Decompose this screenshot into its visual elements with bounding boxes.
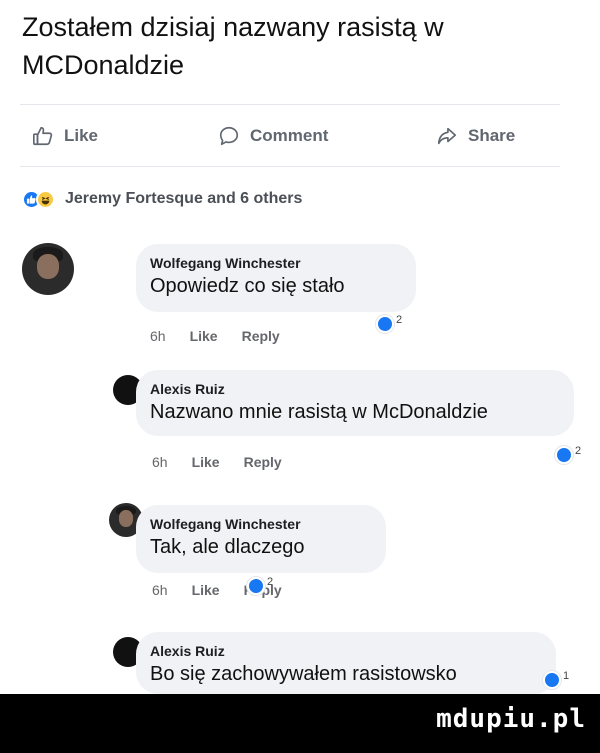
- footer-bar: mdupiu.pl: [0, 694, 600, 753]
- comment-meta: 6h Like Reply: [152, 580, 306, 600]
- post-action-bar: Like Comment Share: [0, 118, 600, 154]
- actions-divider: [20, 166, 560, 167]
- comment-bubble: Wolfegang Winchester Opowiedz co się sta…: [136, 244, 416, 312]
- site-watermark: mdupiu.pl: [436, 704, 586, 734]
- comment-like-button[interactable]: Like: [190, 328, 218, 344]
- comment-like-button[interactable]: Like: [192, 582, 220, 598]
- like-reaction-icon: [543, 671, 561, 689]
- comment-reply-button[interactable]: Reply: [244, 454, 282, 470]
- comment-button[interactable]: Comment: [218, 118, 328, 154]
- comment-reaction-count[interactable]: 1: [543, 670, 569, 691]
- comment-button-label: Comment: [250, 126, 329, 145]
- comment-meta: 6h Like Reply: [152, 452, 306, 472]
- comment-text: Tak, ale dlaczego: [150, 536, 305, 558]
- like-reaction-icon: [247, 577, 265, 595]
- comment-reaction-count[interactable]: 2: [555, 445, 581, 466]
- comment-bubble: Alexis Ruiz Nazwano mnie rasistą w McDon…: [136, 370, 574, 436]
- share-button-label: Share: [468, 126, 516, 145]
- share-button[interactable]: Share: [436, 118, 515, 154]
- comment-bubble: Wolfegang Winchester Tak, ale dlaczego: [136, 505, 386, 573]
- thumbs-up-icon: [32, 125, 54, 147]
- comment-text: Nazwano mnie rasistą w McDonaldzie: [150, 401, 488, 423]
- like-reaction-icon: [376, 315, 394, 333]
- comment-reaction-count[interactable]: 2: [376, 314, 402, 335]
- like-button[interactable]: Like: [32, 118, 98, 154]
- like-reaction-icon: [555, 446, 573, 464]
- reactions-summary[interactable]: Jeremy Fortesque and 6 others: [22, 185, 302, 213]
- comment-time[interactable]: 6h: [152, 582, 168, 598]
- haha-reaction-icon: [36, 189, 55, 209]
- comment-like-button[interactable]: Like: [192, 454, 220, 470]
- comment-text: Bo się zachowywałem rasistowsko: [150, 663, 457, 685]
- share-arrow-icon: [436, 125, 458, 147]
- comment-reply-button[interactable]: Reply: [242, 328, 280, 344]
- comment-author[interactable]: Wolfegang Winchester: [150, 514, 372, 534]
- comment-bubble: Alexis Ruiz Bo się zachowywałem rasistow…: [136, 632, 556, 694]
- comment-time[interactable]: 6h: [152, 454, 168, 470]
- top-divider: [20, 104, 560, 105]
- comment-author[interactable]: Wolfegang Winchester: [150, 253, 402, 273]
- comment-reaction-count[interactable]: 2: [247, 576, 273, 597]
- comment-author[interactable]: Alexis Ruiz: [150, 641, 542, 661]
- speech-bubble-icon: [218, 125, 240, 147]
- post-caption: Zostałem dzisiaj nazwany rasistą w MCDon…: [22, 12, 444, 80]
- like-button-label: Like: [64, 126, 99, 145]
- avatar[interactable]: [22, 243, 74, 295]
- reactions-names: Jeremy Fortesque and 6 others: [65, 190, 303, 207]
- comment-time[interactable]: 6h: [150, 328, 166, 344]
- comment-author[interactable]: Alexis Ruiz: [150, 379, 560, 399]
- comment-text: Opowiedz co się stało: [150, 275, 345, 297]
- comment-meta: 6h Like Reply: [150, 326, 304, 346]
